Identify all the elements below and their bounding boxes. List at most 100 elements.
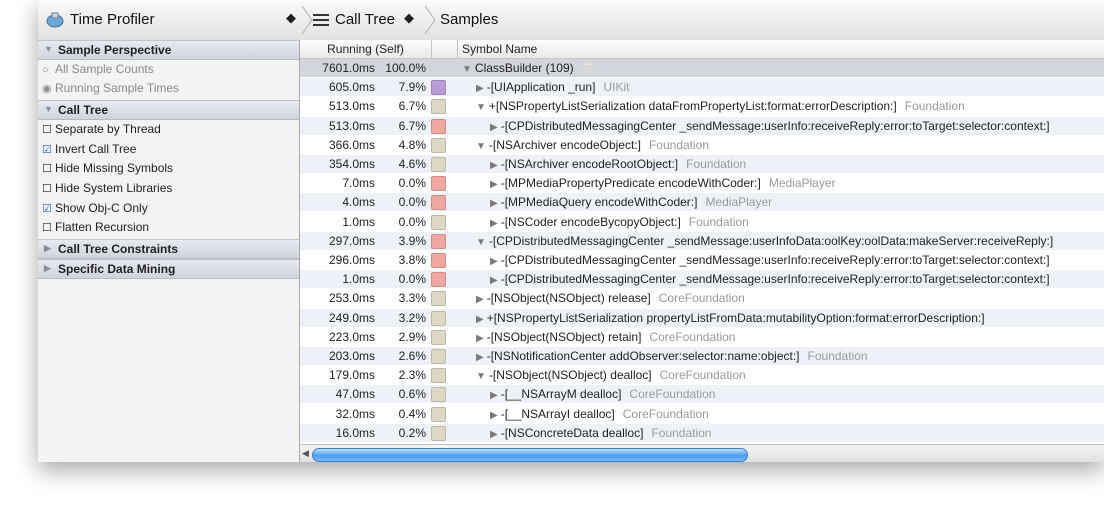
- table-row[interactable]: 16.0ms 0.2% ▶ -[NSConcreteData dealloc] Foun…: [300, 423, 1104, 442]
- disclosure-closed-icon[interactable]: ▶: [490, 275, 498, 286]
- disclosure-closed-icon[interactable]: ▶: [476, 333, 484, 344]
- symbol-name-text: +[NSPropertyListSerialization dataFromPr…: [488, 99, 897, 114]
- framework-icon: [431, 406, 446, 422]
- symbol-name-cell: ▼ ClassBuilder (109): [462, 58, 594, 75]
- running-time-cell: 16.0ms: [335, 425, 375, 440]
- checkbox-hide-system-libraries[interactable]: ☐ Hide System Libraries: [42, 181, 172, 199]
- table-row[interactable]: 253.0ms 3.3% ▶ -[NSObject(NSObject) release…: [300, 289, 1104, 307]
- table-row[interactable]: 7601.0ms 100.0% ▼ ClassBuilder (109): [300, 58, 1104, 77]
- library-name-text: CoreFoundation: [622, 406, 709, 421]
- call-tree-selector[interactable]: Call Tree: [335, 11, 395, 28]
- scrollbar-thumb[interactable]: [312, 448, 748, 462]
- checkbox-unchecked-icon: ☐: [42, 222, 52, 234]
- disclosure-closed-icon[interactable]: ▶: [490, 122, 498, 133]
- table-row[interactable]: 513.0ms 6.7% ▶ -[CPDistributedMessagingCent…: [300, 116, 1104, 135]
- symbol-name-text: -[CPDistributedMessagingCenter _sendMess…: [488, 233, 1054, 248]
- radio-off-icon: ○: [42, 64, 49, 76]
- table-row[interactable]: 7.0ms 0.0% ▶ -[MPMediaPropertyPredicate enc…: [300, 174, 1104, 192]
- framework-icon: [431, 291, 446, 307]
- running-time-cell: 253.0ms: [328, 291, 375, 306]
- checkbox-invert-call-tree[interactable]: ☑ Invert Call Tree: [42, 142, 136, 160]
- checkbox-flatten-recursion[interactable]: ☐ Flatten Recursion: [42, 220, 149, 238]
- table-row[interactable]: 4.0ms 0.0% ▶ -[MPMediaQuery encodeWithCoder…: [300, 193, 1104, 212]
- symbol-name-cell: ▶ -[NSNotificationCenter addObserver:sele…: [476, 349, 868, 363]
- symbol-name-text: ClassBuilder (109): [474, 61, 574, 75]
- column-header-running-self[interactable]: Running (Self): [300, 42, 431, 56]
- running-percent-cell: 0.4%: [398, 406, 426, 421]
- column-divider: [457, 40, 458, 58]
- scroll-left-arrow-icon[interactable]: ◀: [302, 448, 309, 459]
- disclosure-open-icon[interactable]: ▼: [462, 64, 472, 75]
- disclosure-closed-icon[interactable]: ▶: [490, 198, 498, 209]
- section-specific-data-mining[interactable]: ▶ Specific Data Mining: [38, 259, 299, 279]
- running-time-cell: 32.0ms: [335, 406, 375, 421]
- symbol-name-cell: ▶ -[__NSArrayI dealloc] CoreFoundation: [490, 407, 709, 421]
- disclosure-closed-icon[interactable]: ▶: [490, 179, 498, 190]
- disclosure-closed-icon[interactable]: ▶: [490, 410, 498, 421]
- table-row[interactable]: 605.0ms 7.9% ▶ -[UIApplication _run] UIKit: [300, 78, 1104, 97]
- disclosure-closed-icon[interactable]: ▶: [490, 390, 498, 401]
- disclosure-open-icon[interactable]: ▼: [476, 102, 486, 113]
- breadcrumb-chevron-icon: [424, 5, 436, 35]
- running-time-cell: 7601.0ms: [322, 61, 375, 75]
- table-row[interactable]: 1.0ms 0.0% ▶ -[CPDistributedMessagingCenter…: [300, 270, 1104, 289]
- running-time-cell: 249.0ms: [328, 310, 375, 325]
- table-row[interactable]: 296.0ms 3.8% ▶ -[CPDistributedMessagingCent…: [300, 251, 1104, 269]
- symbol-name-text: -[__NSArrayI dealloc]: [500, 406, 615, 421]
- framework-icon: [431, 368, 446, 384]
- call-tree-stepper-icon[interactable]: ◆: [404, 10, 414, 26]
- instrument-selector[interactable]: Time Profiler: [70, 11, 154, 28]
- disclosure-open-icon[interactable]: ▼: [476, 237, 486, 248]
- symbol-name-cell: ▶ -[__NSArrayM dealloc] CoreFoundation: [490, 387, 715, 401]
- time-profiler-icon: [46, 12, 64, 28]
- column-header-symbol-name[interactable]: Symbol Name: [462, 42, 537, 56]
- disclosure-closed-icon[interactable]: ▶: [476, 314, 484, 325]
- symbol-name-text: -[UIApplication _run]: [486, 80, 596, 95]
- symbol-name-cell: ▼ +[NSPropertyListSerialization dataFromP…: [476, 99, 965, 113]
- running-time-cell: 7.0ms: [342, 176, 375, 191]
- running-time-cell: 297.0ms: [328, 233, 375, 248]
- checkbox-show-objc-only[interactable]: ☑ Show Obj-C Only: [42, 201, 148, 219]
- running-time-cell: 47.0ms: [335, 387, 375, 402]
- disclosure-closed-icon[interactable]: ▶: [490, 160, 498, 171]
- library-name-text: Foundation: [686, 157, 747, 171]
- horizontal-scrollbar[interactable]: ◀: [300, 444, 1104, 462]
- disclosure-closed-icon[interactable]: ▶: [490, 429, 498, 440]
- table-row[interactable]: 47.0ms 0.6% ▶ -[__NSArrayM dealloc] CoreFoun…: [300, 385, 1104, 404]
- table-row[interactable]: 297.0ms 3.9% ▼ -[CPDistributedMessagingCent…: [300, 231, 1104, 250]
- table-row[interactable]: 249.0ms 3.2% ▶ +[NSPropertyListSerializatio…: [300, 308, 1104, 327]
- checkbox-hide-missing-symbols[interactable]: ☐ Hide Missing Symbols: [42, 161, 173, 179]
- instrument-stepper-icon[interactable]: ◆: [286, 10, 296, 26]
- table-row[interactable]: 203.0ms 2.6% ▶ -[NSNotificationCenter addOb…: [300, 347, 1104, 365]
- checkbox-separate-by-thread[interactable]: ☐ Separate by Thread: [42, 122, 161, 140]
- section-call-tree[interactable]: ▼ Call Tree: [38, 100, 299, 120]
- disclosure-closed-icon[interactable]: ▶: [490, 256, 498, 267]
- disclosure-closed-icon[interactable]: ▶: [490, 218, 498, 229]
- disclosure-open-icon[interactable]: ▼: [476, 141, 486, 152]
- table-row[interactable]: 513.0ms 6.7% ▼ +[NSPropertyListSerializatio…: [300, 97, 1104, 115]
- disclosure-closed-icon: ▶: [44, 243, 51, 253]
- disclosure-open-icon[interactable]: ▼: [476, 371, 486, 382]
- library-name-text: MediaPlayer: [768, 176, 836, 191]
- framework-icon: [431, 387, 446, 403]
- disclosure-closed-icon[interactable]: ▶: [476, 294, 484, 305]
- table-row[interactable]: 223.0ms 2.9% ▶ -[NSObject(NSObject) retain]…: [300, 328, 1104, 346]
- table-row[interactable]: 32.0ms 0.4% ▶ -[__NSArrayI dealloc] CoreFoun…: [300, 405, 1104, 423]
- table-row[interactable]: 1.0ms 0.0% ▶ -[NSCoder encodeBycopyObject:]…: [300, 213, 1104, 231]
- toolbox-icon: [431, 253, 446, 268]
- disclosure-closed-icon[interactable]: ▶: [476, 352, 484, 363]
- symbol-name-cell: ▼ -[NSArchiver encodeObject:] Foundation: [476, 138, 709, 152]
- table-row[interactable]: 366.0ms 4.8% ▼ -[NSArchiver encodeObject:] F…: [300, 136, 1104, 154]
- go-to-source-icon[interactable]: [581, 58, 594, 73]
- section-sample-perspective[interactable]: ▼ Sample Perspective: [38, 40, 299, 60]
- toolbox-icon: [431, 118, 446, 134]
- symbol-name-cell: ▶ -[MPMediaPropertyPredicate encodeWithCo…: [490, 176, 836, 190]
- samples-breadcrumb[interactable]: Samples: [440, 11, 498, 28]
- symbol-name-cell: ▶ +[NSPropertyListSerialization propertyL…: [476, 311, 985, 325]
- table-row[interactable]: 179.0ms 2.3% ▼ -[NSObject(NSObject) dealloc…: [300, 366, 1104, 384]
- radio-running-sample-times[interactable]: ◉ Running Sample Times: [42, 81, 179, 99]
- disclosure-closed-icon[interactable]: ▶: [476, 83, 484, 94]
- section-call-tree-constraints[interactable]: ▶ Call Tree Constraints: [38, 239, 299, 259]
- table-row[interactable]: 354.0ms 4.6% ▶ -[NSArchiver encodeRootObjec…: [300, 155, 1104, 173]
- radio-all-sample-counts[interactable]: ○ All Sample Counts: [42, 62, 154, 80]
